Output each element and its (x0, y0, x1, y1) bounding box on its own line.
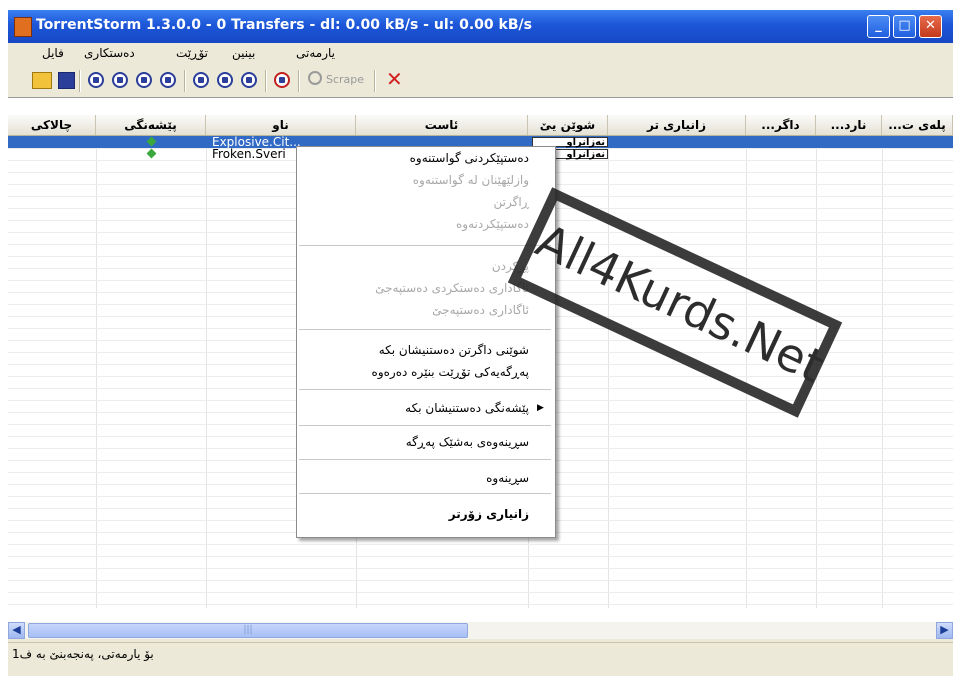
app-icon (14, 17, 32, 37)
menu-item-delete-partial[interactable]: سڕینەوەی بەشێک پەڕگە (297, 431, 555, 453)
menu-separator (299, 425, 551, 426)
toolbar-separator (79, 70, 81, 92)
title-bar[interactable]: TorrentStorm 1.3.0.0 - 0 Transfers - dl:… (8, 10, 953, 43)
menu-view[interactable]: بینین (232, 46, 255, 60)
status-text: بۆ یارمەتی، پەنجەبنێ بە ف1 (12, 647, 154, 661)
submenu-arrow-icon: ▶ (537, 403, 544, 413)
menu-item-stop[interactable]: وازلێهێنان لە گواستنەوە (297, 169, 555, 191)
menu-item-set-download-location[interactable]: شوێنی داگرتن دەستنیشان بکە (297, 339, 555, 361)
row-line (8, 580, 953, 581)
start-icon[interactable] (88, 72, 104, 88)
minimize-button[interactable]: _ (867, 15, 890, 38)
row-line (8, 592, 953, 593)
row-line (8, 544, 953, 545)
toolbar-separator (265, 70, 267, 92)
menu-separator (299, 493, 551, 494)
menu-bar: فایل دەستکاری تۆڕێت بینین یارمەتی (8, 43, 953, 65)
toolbar-separator (184, 70, 186, 92)
menu-separator (299, 329, 551, 330)
resume-all-icon[interactable] (241, 72, 257, 88)
menu-item-more-info[interactable]: زانیاری زۆرتر (297, 503, 555, 525)
horizontal-scrollbar[interactable]: ◀ ||| ▶ (8, 622, 953, 639)
menu-item-resume[interactable]: دەستپێکردنەوە (297, 213, 555, 235)
menu-item-set-priority[interactable]: پێشەنگی دەستنیشان بکە (297, 397, 555, 419)
menu-edit[interactable]: دەستکاری (84, 46, 135, 60)
menu-item-announce[interactable]: ئاگاداری دەستپەجێ (297, 299, 555, 321)
scrape-icon (308, 71, 322, 85)
menu-item-export-torrent[interactable]: پەڕگەیەکی تۆڕێت بنێرە دەرەوە (297, 361, 555, 383)
menu-separator (299, 389, 551, 390)
menu-item-start[interactable]: دەستپێکردنی گواستنەوە (297, 147, 555, 169)
resume-icon[interactable] (160, 72, 176, 88)
menu-help[interactable]: یارمەتی (296, 46, 335, 60)
row-line (8, 604, 953, 605)
desktop-edge (0, 0, 8, 675)
toolbar-separator (298, 70, 300, 92)
toolbar-separator (374, 70, 376, 92)
save-icon[interactable] (58, 72, 75, 89)
pause-icon[interactable] (136, 72, 152, 88)
menu-torrent[interactable]: تۆڕێت (176, 46, 208, 60)
stop-icon[interactable] (112, 72, 128, 88)
scroll-left-icon[interactable]: ◀ (8, 622, 25, 639)
record-icon[interactable] (274, 72, 290, 88)
row-line (8, 556, 953, 557)
menu-item-pause[interactable]: ڕاگرتن (297, 191, 555, 213)
maximize-button[interactable]: □ (893, 15, 916, 38)
pause-all-icon[interactable] (217, 72, 233, 88)
priority-icon (146, 148, 157, 159)
menu-separator (299, 459, 551, 460)
status-bar: بۆ یارمەتی، پەنجەبنێ بە ف1 (8, 642, 953, 676)
open-folder-icon[interactable] (32, 72, 52, 89)
toolbar: Scrape ✕ (8, 65, 953, 98)
menu-item-delete[interactable]: سڕینەوە (297, 467, 555, 489)
scrollbar-thumb[interactable]: ||| (28, 623, 468, 638)
row-line (8, 568, 953, 569)
window-title: TorrentStorm 1.3.0.0 - 0 Transfers - dl:… (36, 17, 532, 33)
scrape-button[interactable]: Scrape (326, 73, 364, 86)
stop-all-icon[interactable] (193, 72, 209, 88)
menu-file[interactable]: فایل (42, 46, 64, 60)
scroll-right-icon[interactable]: ▶ (936, 622, 953, 639)
close-button[interactable]: ✕ (919, 15, 942, 38)
menu-separator (299, 245, 551, 246)
delete-icon[interactable]: ✕ (386, 68, 403, 90)
priority-icon (146, 136, 157, 147)
context-menu: دەستپێکردنی گواستنەوە وازلێهێنان لە گواس… (296, 146, 556, 538)
